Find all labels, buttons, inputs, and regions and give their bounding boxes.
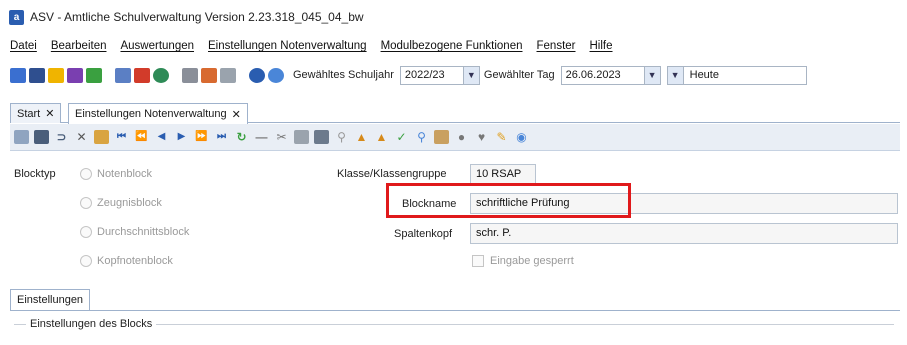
tab-einstellungen-label: Einstellungen Notenverwaltung xyxy=(75,108,227,120)
radio-kopfnotenblock[interactable]: Kopfnotenblock xyxy=(80,255,173,267)
print-icon[interactable] xyxy=(134,67,150,83)
checkbox-label: Eingabe gesperrt xyxy=(490,255,574,267)
cut-icon[interactable]: ✂ xyxy=(274,130,289,144)
reload-icon[interactable]: ↻ xyxy=(234,130,249,144)
radio-label: Kopfnotenblock xyxy=(97,255,173,267)
spaltenkopf-label: Spaltenkopf xyxy=(394,228,453,240)
radio-zeugnisblock[interactable]: Zeugnisblock xyxy=(80,197,162,209)
radio-label: Durchschnittsblock xyxy=(97,226,190,238)
new-record-icon[interactable] xyxy=(14,130,29,144)
radio-label: Zeugnisblock xyxy=(97,197,162,209)
next-page-icon[interactable]: ⏩ xyxy=(194,130,209,144)
menu-bearbeiten[interactable]: Bearbeiten xyxy=(51,40,107,52)
students-icon[interactable] xyxy=(10,67,26,83)
first-record-icon[interactable]: ⏮ xyxy=(114,130,129,144)
clipboard-icon[interactable] xyxy=(314,130,329,144)
minus-icon[interactable]: — xyxy=(254,130,269,144)
next-record-icon[interactable]: ▶ xyxy=(174,130,189,144)
chevron-down-icon[interactable]: ▼ xyxy=(667,66,684,84)
undo-icon[interactable]: ⊃ xyxy=(54,130,69,144)
reports-icon[interactable] xyxy=(115,67,131,83)
tab-einstellungen-notenverwaltung[interactable]: Einstellungen Notenverwaltung ✕ xyxy=(68,103,248,124)
copy-icon[interactable] xyxy=(94,130,109,144)
heute-value: Heute xyxy=(689,69,719,81)
tab-einstellungen[interactable]: Einstellungen xyxy=(10,289,91,311)
filter-down-icon[interactable]: ▲ xyxy=(374,130,389,144)
chevron-down-icon[interactable]: ▼ xyxy=(643,66,660,84)
radio-button[interactable] xyxy=(80,168,92,180)
spaltenkopf-field[interactable]: schr. P. xyxy=(470,223,898,244)
blocktyp-label: Blocktyp xyxy=(14,168,56,180)
teachers-icon[interactable] xyxy=(48,67,64,83)
heute-select[interactable]: ▼ Heute xyxy=(666,65,807,85)
radio-button[interactable] xyxy=(80,226,92,238)
tab-start[interactable]: Start ✕ xyxy=(10,103,62,123)
save-icon[interactable] xyxy=(34,130,49,144)
classes-icon[interactable] xyxy=(29,67,45,83)
search-icon[interactable]: ⚲ xyxy=(334,130,349,144)
main-toolbar: Gewähltes Schuljahr 2022/23 ▼ Gewählter … xyxy=(0,60,907,90)
document-tabs: Start ✕ Einstellungen Notenverwaltung ✕ xyxy=(10,101,900,124)
previous-record-icon[interactable]: ◀ xyxy=(154,130,169,144)
help-icon[interactable]: ◉ xyxy=(514,130,529,144)
schuljahr-select[interactable]: 2022/23 ▼ xyxy=(399,65,480,85)
eye-icon[interactable]: ● xyxy=(454,130,469,144)
block-settings-group: Einstellungen des Blocks xyxy=(14,315,894,345)
klasse-field[interactable]: 10 RSAP xyxy=(470,164,536,185)
info-icon[interactable] xyxy=(249,67,265,83)
menu-modulbezogene-funktionen[interactable]: Modulbezogene Funktionen xyxy=(381,40,523,52)
paste-icon[interactable] xyxy=(294,130,309,144)
tools-icon[interactable] xyxy=(220,67,236,83)
menu-bar: Datei Bearbeiten Auswertungen Einstellun… xyxy=(0,34,907,58)
filter-up-icon[interactable]: ▲ xyxy=(354,130,369,144)
export-icon[interactable] xyxy=(201,67,217,83)
close-icon[interactable]: ✕ xyxy=(45,107,54,120)
check-icon[interactable]: ✓ xyxy=(394,130,409,144)
radio-button[interactable] xyxy=(80,255,92,267)
tag-select[interactable]: 26.06.2023 ▼ xyxy=(560,65,661,85)
title-bar: a ASV - Amtliche Schulverwaltung Version… xyxy=(0,0,907,34)
tab-divider xyxy=(10,310,900,311)
close-icon[interactable]: ✕ xyxy=(232,108,241,121)
menu-auswertungen[interactable]: Auswertungen xyxy=(120,40,194,52)
refresh-icon[interactable] xyxy=(153,67,169,83)
checkbox[interactable] xyxy=(472,255,484,267)
help-icon[interactable] xyxy=(268,67,284,83)
schedule-icon[interactable] xyxy=(67,67,83,83)
document-icon[interactable] xyxy=(182,67,198,83)
schuljahr-label: Gewähltes Schuljahr xyxy=(293,69,394,81)
tag-value: 26.06.2023 xyxy=(565,69,621,81)
menu-hilfe[interactable]: Hilfe xyxy=(590,40,613,52)
tag-label: Gewählter Tag xyxy=(483,69,555,81)
grades-icon[interactable] xyxy=(86,67,102,83)
window-title: ASV - Amtliche Schulverwaltung Version 2… xyxy=(30,10,364,24)
group-title: Einstellungen des Blocks xyxy=(26,318,157,330)
wizard-icon[interactable]: ✎ xyxy=(494,130,509,144)
previous-page-icon[interactable]: ⏪ xyxy=(134,130,149,144)
radio-button[interactable] xyxy=(80,197,92,209)
tab-start-label: Start xyxy=(17,107,41,120)
radio-notenblock[interactable]: Notenblock xyxy=(80,168,152,180)
menu-einstellungen-notenverwaltung[interactable]: Einstellungen Notenverwaltung xyxy=(208,40,367,52)
radio-label: Notenblock xyxy=(97,168,153,180)
klasse-label: Klasse/Klassengruppe xyxy=(337,168,447,180)
chevron-down-icon[interactable]: ▼ xyxy=(462,66,479,84)
schuljahr-value: 2022/23 xyxy=(404,69,445,81)
print-preview-icon[interactable] xyxy=(434,130,449,144)
last-record-icon[interactable]: ⏭ xyxy=(214,130,229,144)
menu-fenster[interactable]: Fenster xyxy=(537,40,576,52)
delete-icon[interactable]: ✕ xyxy=(74,130,89,144)
radio-durchschnittsblock[interactable]: Durchschnittsblock xyxy=(80,226,189,238)
pin-icon[interactable]: ♥ xyxy=(474,130,489,144)
highlight-box xyxy=(386,183,631,218)
zoom-icon[interactable]: ⚲ xyxy=(414,130,429,144)
record-toolbar: ⊃ ✕ ⏮ ⏪ ◀ ▶ ⏩ ⏭ ↻ — ✂ ⚲ ▲ ▲ ✓ ⚲ ● ♥ ✎ ◉ xyxy=(10,124,900,151)
app-icon: a xyxy=(9,9,24,25)
eingabe-gesperrt-checkbox[interactable]: Eingabe gesperrt xyxy=(472,255,574,267)
menu-datei[interactable]: Datei xyxy=(10,40,37,52)
